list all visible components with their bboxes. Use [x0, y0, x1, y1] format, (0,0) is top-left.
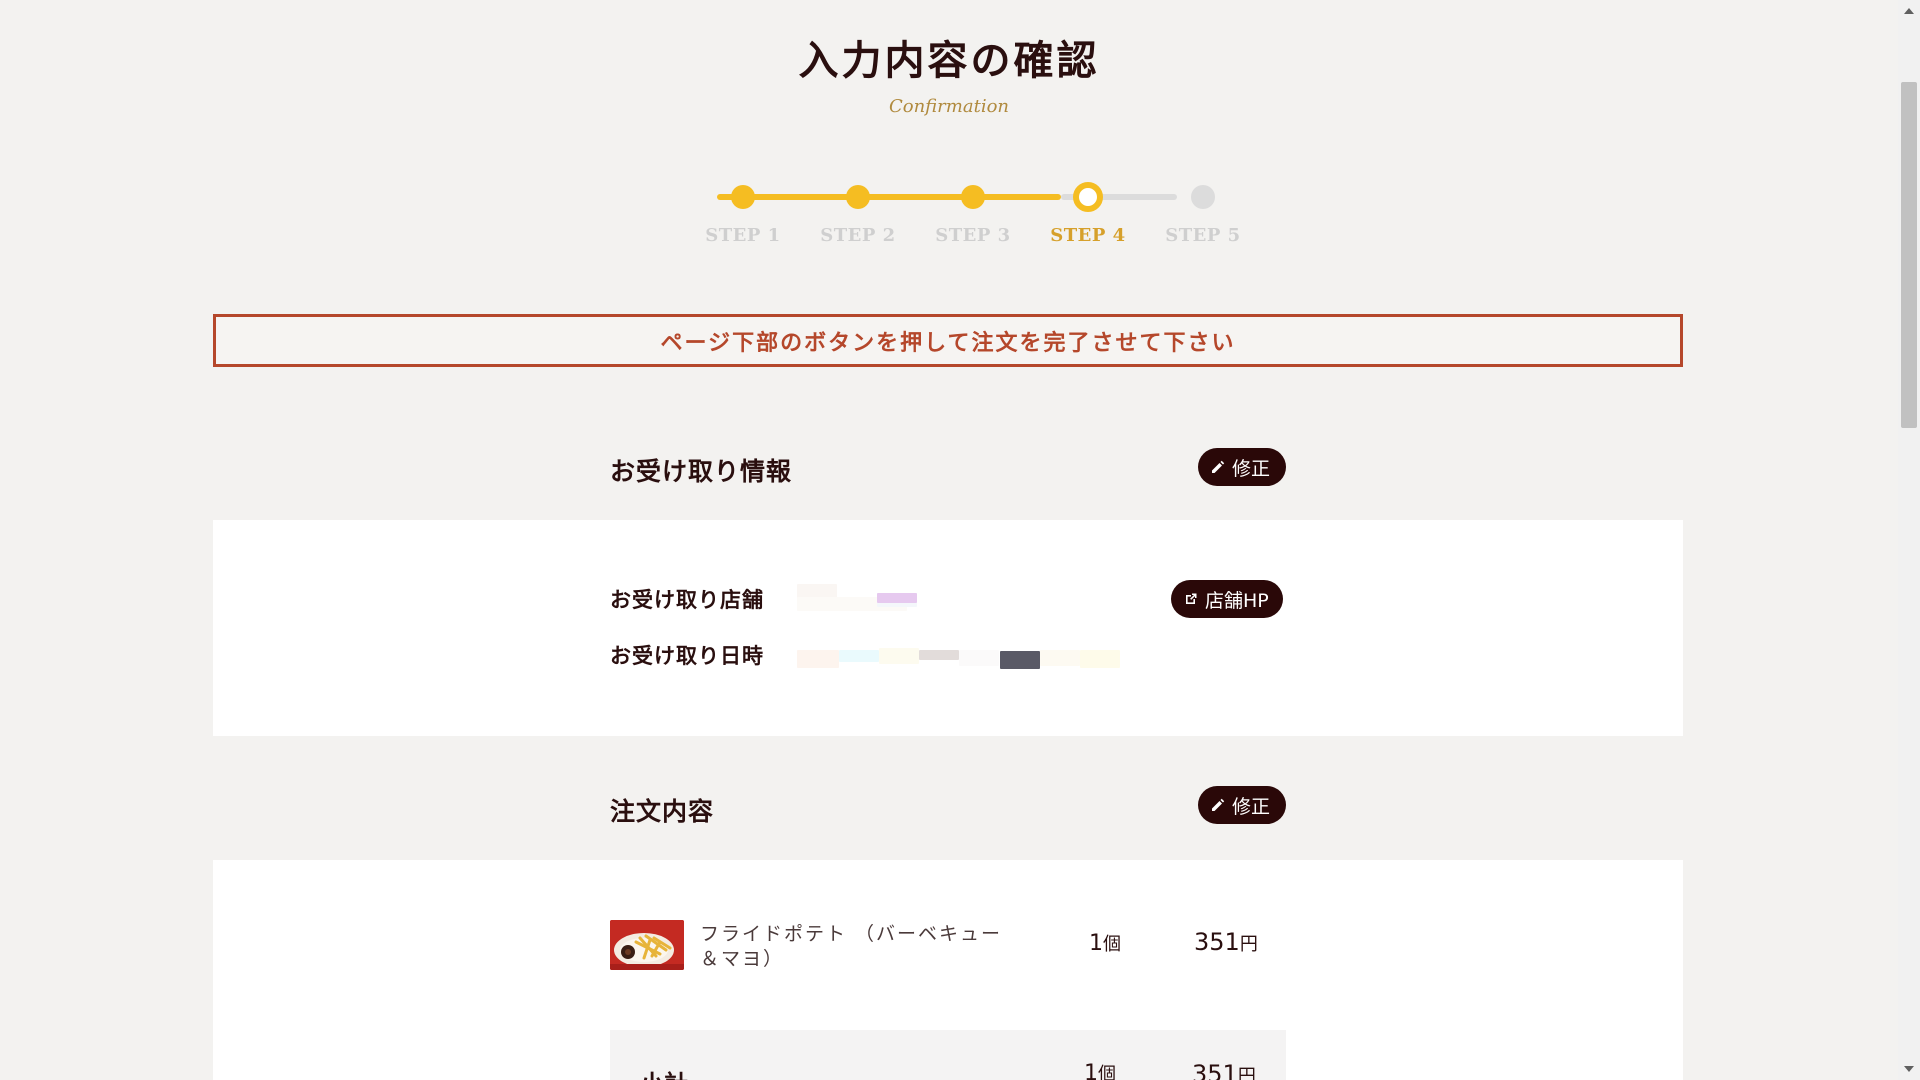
pencil-icon — [1211, 798, 1225, 811]
datetime-label: お受け取り日時 — [610, 644, 764, 668]
order-card: フライドポテト （バーベキュー＆マヨ） 1個 351円 小計 1個 351円 — [213, 860, 1683, 1080]
step-label: STEP 1 — [705, 225, 781, 246]
pencil-icon — [1211, 460, 1225, 473]
item-name: フライドポテト （バーベキュー＆マヨ） — [700, 923, 1003, 970]
order-section-header: 注文内容 修正 — [610, 786, 1286, 826]
pickup-card: お受け取り店舗 店舗HP お受け取り日時 — [213, 520, 1683, 736]
step-dot-current — [1073, 182, 1103, 212]
order-edit-button[interactable]: 修正 — [1197, 786, 1286, 824]
external-link-icon — [1186, 593, 1197, 604]
step-label: STEP 3 — [935, 225, 1011, 246]
step-5: STEP 5 — [1145, 178, 1261, 246]
pickup-section-header: お受け取り情報 修正 — [610, 446, 1286, 486]
item-thumbnail[interactable] — [610, 920, 684, 970]
progress-stepper: STEP 1 STEP 2 STEP 3 STEP 4 STEP 5 — [685, 178, 1240, 258]
scroll-up-arrow-icon[interactable] — [1904, 8, 1914, 14]
edit-label: 修正 — [1231, 457, 1270, 480]
subtotal-label: 小計 — [640, 1064, 688, 1080]
step-label: STEP 2 — [820, 225, 896, 246]
step-2: STEP 2 — [800, 178, 916, 246]
order-section-title: 注文内容 — [610, 797, 715, 826]
subtotal-row: 小計 1個 351円 — [610, 1030, 1286, 1080]
step-1: STEP 1 — [685, 178, 801, 246]
step-label: STEP 5 — [1165, 225, 1241, 246]
step-4-current: STEP 4 — [1030, 178, 1146, 246]
subtotal-quantity: 1個 — [1084, 1061, 1116, 1080]
step-label: STEP 4 — [1050, 225, 1126, 246]
page-scrollbar[interactable] — [1898, 0, 1920, 1080]
step-dot — [846, 185, 870, 209]
notice-text: ページ下部のボタンを押して注文を完了させて下さい — [660, 330, 1236, 356]
page-subtitle: Confirmation — [888, 96, 1010, 117]
pickup-section-title: お受け取り情報 — [610, 457, 793, 486]
store-hp-label: 店舗HP — [1205, 589, 1269, 612]
pickup-edit-button[interactable]: 修正 — [1197, 448, 1286, 486]
notice-banner: ページ下部のボタンを押して注文を完了させて下さい — [213, 314, 1683, 367]
edit-label: 修正 — [1231, 795, 1270, 818]
store-label: お受け取り店舗 — [610, 588, 764, 612]
page-title: 入力内容の確認 — [798, 38, 1100, 84]
step-3: STEP 3 — [915, 178, 1031, 246]
step-dot — [731, 185, 755, 209]
confirmation-page: 入力内容の確認 Confirmation STEP 1 STEP 2 STEP … — [0, 0, 1898, 1080]
step-dot — [1191, 185, 1215, 209]
store-hp-button[interactable]: 店舗HP — [1171, 580, 1283, 618]
scroll-down-arrow-icon[interactable] — [1904, 1066, 1914, 1072]
item-price: 351円 — [1194, 928, 1258, 956]
step-dot — [961, 185, 985, 209]
fries-image — [610, 920, 684, 970]
scroll-thumb[interactable] — [1901, 82, 1917, 428]
subtotal-price: 351円 — [1192, 1060, 1256, 1080]
item-quantity: 1個 — [1089, 931, 1121, 956]
